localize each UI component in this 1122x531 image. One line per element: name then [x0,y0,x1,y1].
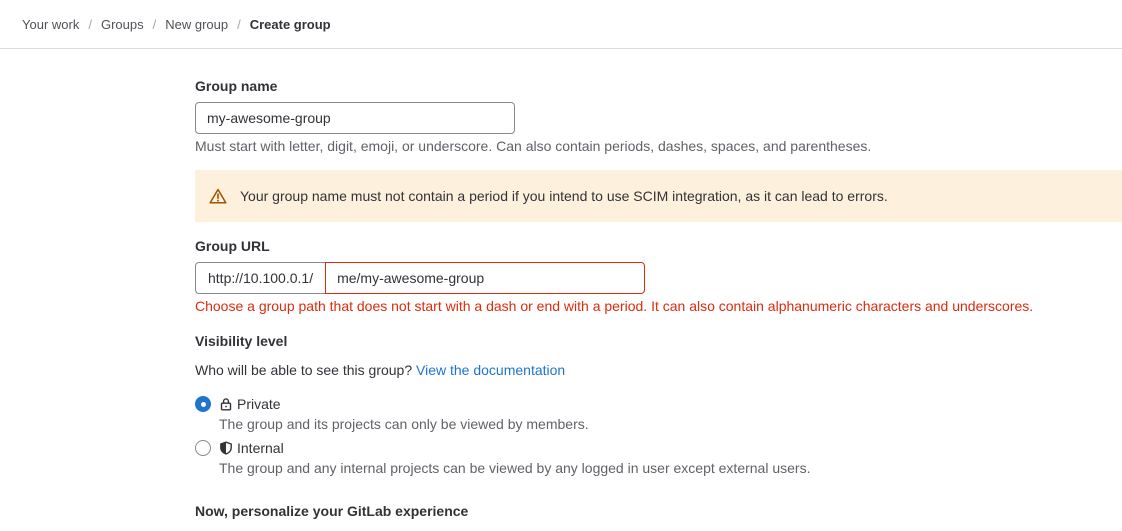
view-documentation-link[interactable]: View the documentation [416,362,565,378]
breadcrumb: Your work / Groups / New group / Create … [0,0,1122,49]
group-url-prefix: http://10.100.0.1/ [195,262,326,294]
group-name-help: Must start with letter, digit, emoji, or… [195,138,872,154]
private-description: The group and its projects can only be v… [219,416,589,432]
group-name-input[interactable] [195,102,515,134]
breadcrumb-groups[interactable]: Groups [101,17,144,32]
visibility-option-internal[interactable]: Internal [195,440,284,456]
personalize-heading: Now, personalize your GitLab experience [195,503,469,519]
breadcrumb-separator: / [152,16,157,32]
breadcrumb-new-group[interactable]: New group [165,17,228,32]
breadcrumb-separator: / [88,16,92,32]
visibility-question: Who will be able to see this group? [195,362,417,378]
group-path-input[interactable] [325,262,646,294]
internal-description: The group and any internal projects can … [219,460,811,476]
private-label: Private [237,396,281,412]
group-url-field: http://10.100.0.1/ [195,262,646,294]
breadcrumb-separator: / [237,16,241,32]
visibility-label: Visibility level [195,333,288,349]
private-radio[interactable] [195,396,211,412]
shield-icon [220,441,232,455]
group-url-error: Choose a group path that does not start … [195,298,1034,314]
internal-radio[interactable] [195,440,211,456]
warning-icon [209,188,227,204]
group-url-label: Group URL [195,238,270,254]
group-name-label: Group name [195,78,278,94]
lock-icon [220,398,232,411]
visibility-question-row: Who will be able to see this group? View… [195,362,565,378]
breadcrumb-your-work[interactable]: Your work [22,17,79,32]
warning-text: Your group name must not contain a perio… [240,188,888,204]
internal-label: Internal [237,440,284,456]
visibility-option-private[interactable]: Private [195,396,281,412]
breadcrumb-current: Create group [249,16,331,32]
scim-warning-alert: Your group name must not contain a perio… [195,170,1122,222]
